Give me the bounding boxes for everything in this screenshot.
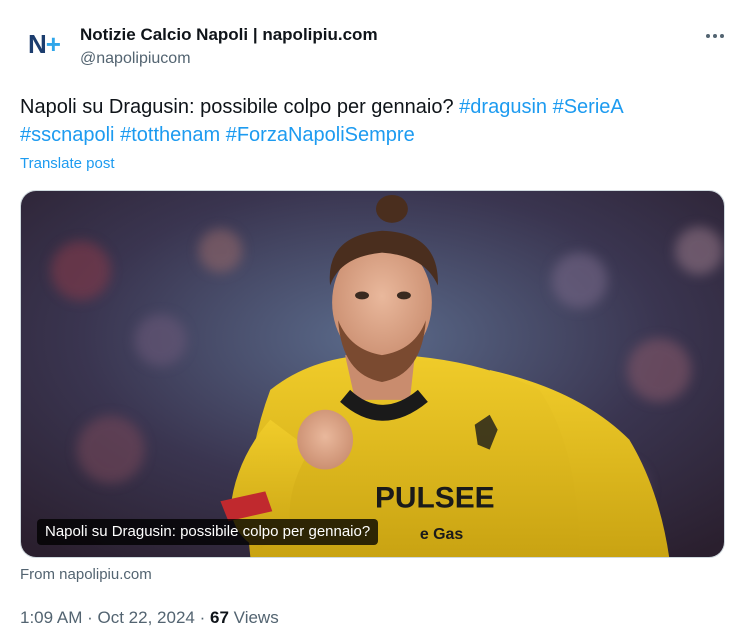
napolipiu-logo-icon: N+ bbox=[28, 29, 61, 59]
logo-letter: N bbox=[28, 29, 47, 59]
post-meta: 1:09 AM · Oct 22, 2024 · 67 Views bbox=[20, 607, 279, 629]
dot-icon bbox=[720, 34, 724, 38]
author-handle[interactable]: @napolipiucom bbox=[80, 48, 378, 70]
link-card-media[interactable]: PULSEE e Gas Napoli su Dragusin: possibi… bbox=[20, 190, 725, 558]
author-display-name[interactable]: Notizie Calcio Napoli | napolipiu.com bbox=[80, 24, 378, 46]
hashtag-link[interactable]: #SerieA bbox=[553, 96, 623, 118]
player-photo: PULSEE e Gas bbox=[21, 191, 724, 557]
logo-plus: + bbox=[45, 29, 61, 59]
hashtag-link[interactable]: #ForzaNapoliSempre bbox=[226, 124, 415, 146]
meta-separator: · bbox=[87, 608, 93, 627]
jersey-sponsor-text: PULSEE bbox=[375, 481, 495, 514]
post-time[interactable]: 1:09 AM bbox=[20, 608, 82, 627]
post-text: Napoli su Dragusin: possibile colpo per … bbox=[20, 93, 720, 149]
views-count: 67 bbox=[210, 608, 229, 627]
dot-icon bbox=[713, 34, 717, 38]
hashtag-link[interactable]: #dragusin bbox=[459, 96, 547, 118]
post-date[interactable]: Oct 22, 2024 bbox=[98, 608, 195, 627]
meta-separator: · bbox=[199, 608, 206, 627]
jersey-sponsor-subtext: e Gas bbox=[420, 526, 464, 543]
author-info: Notizie Calcio Napoli | napolipiu.com @n… bbox=[80, 24, 378, 70]
views-label: Views bbox=[233, 608, 279, 627]
more-options-button[interactable] bbox=[701, 28, 729, 44]
card-caption: Napoli su Dragusin: possibile colpo per … bbox=[37, 519, 379, 545]
tweet: N+ Notizie Calcio Napoli | napolipiu.com… bbox=[0, 0, 749, 641]
hashtag-link[interactable]: #totthenam bbox=[120, 124, 220, 146]
from-prefix: From bbox=[20, 566, 55, 583]
dot-icon bbox=[706, 34, 710, 38]
post-body: Napoli su Dragusin: possibile colpo per … bbox=[20, 96, 454, 118]
card-source: From napolipiu.com bbox=[20, 565, 152, 585]
avatar[interactable]: N+ bbox=[20, 20, 68, 68]
source-link[interactable]: napolipiu.com bbox=[59, 566, 152, 583]
translate-post-link[interactable]: Translate post bbox=[20, 154, 115, 174]
hashtag-link[interactable]: #sscnapoli bbox=[20, 124, 115, 146]
